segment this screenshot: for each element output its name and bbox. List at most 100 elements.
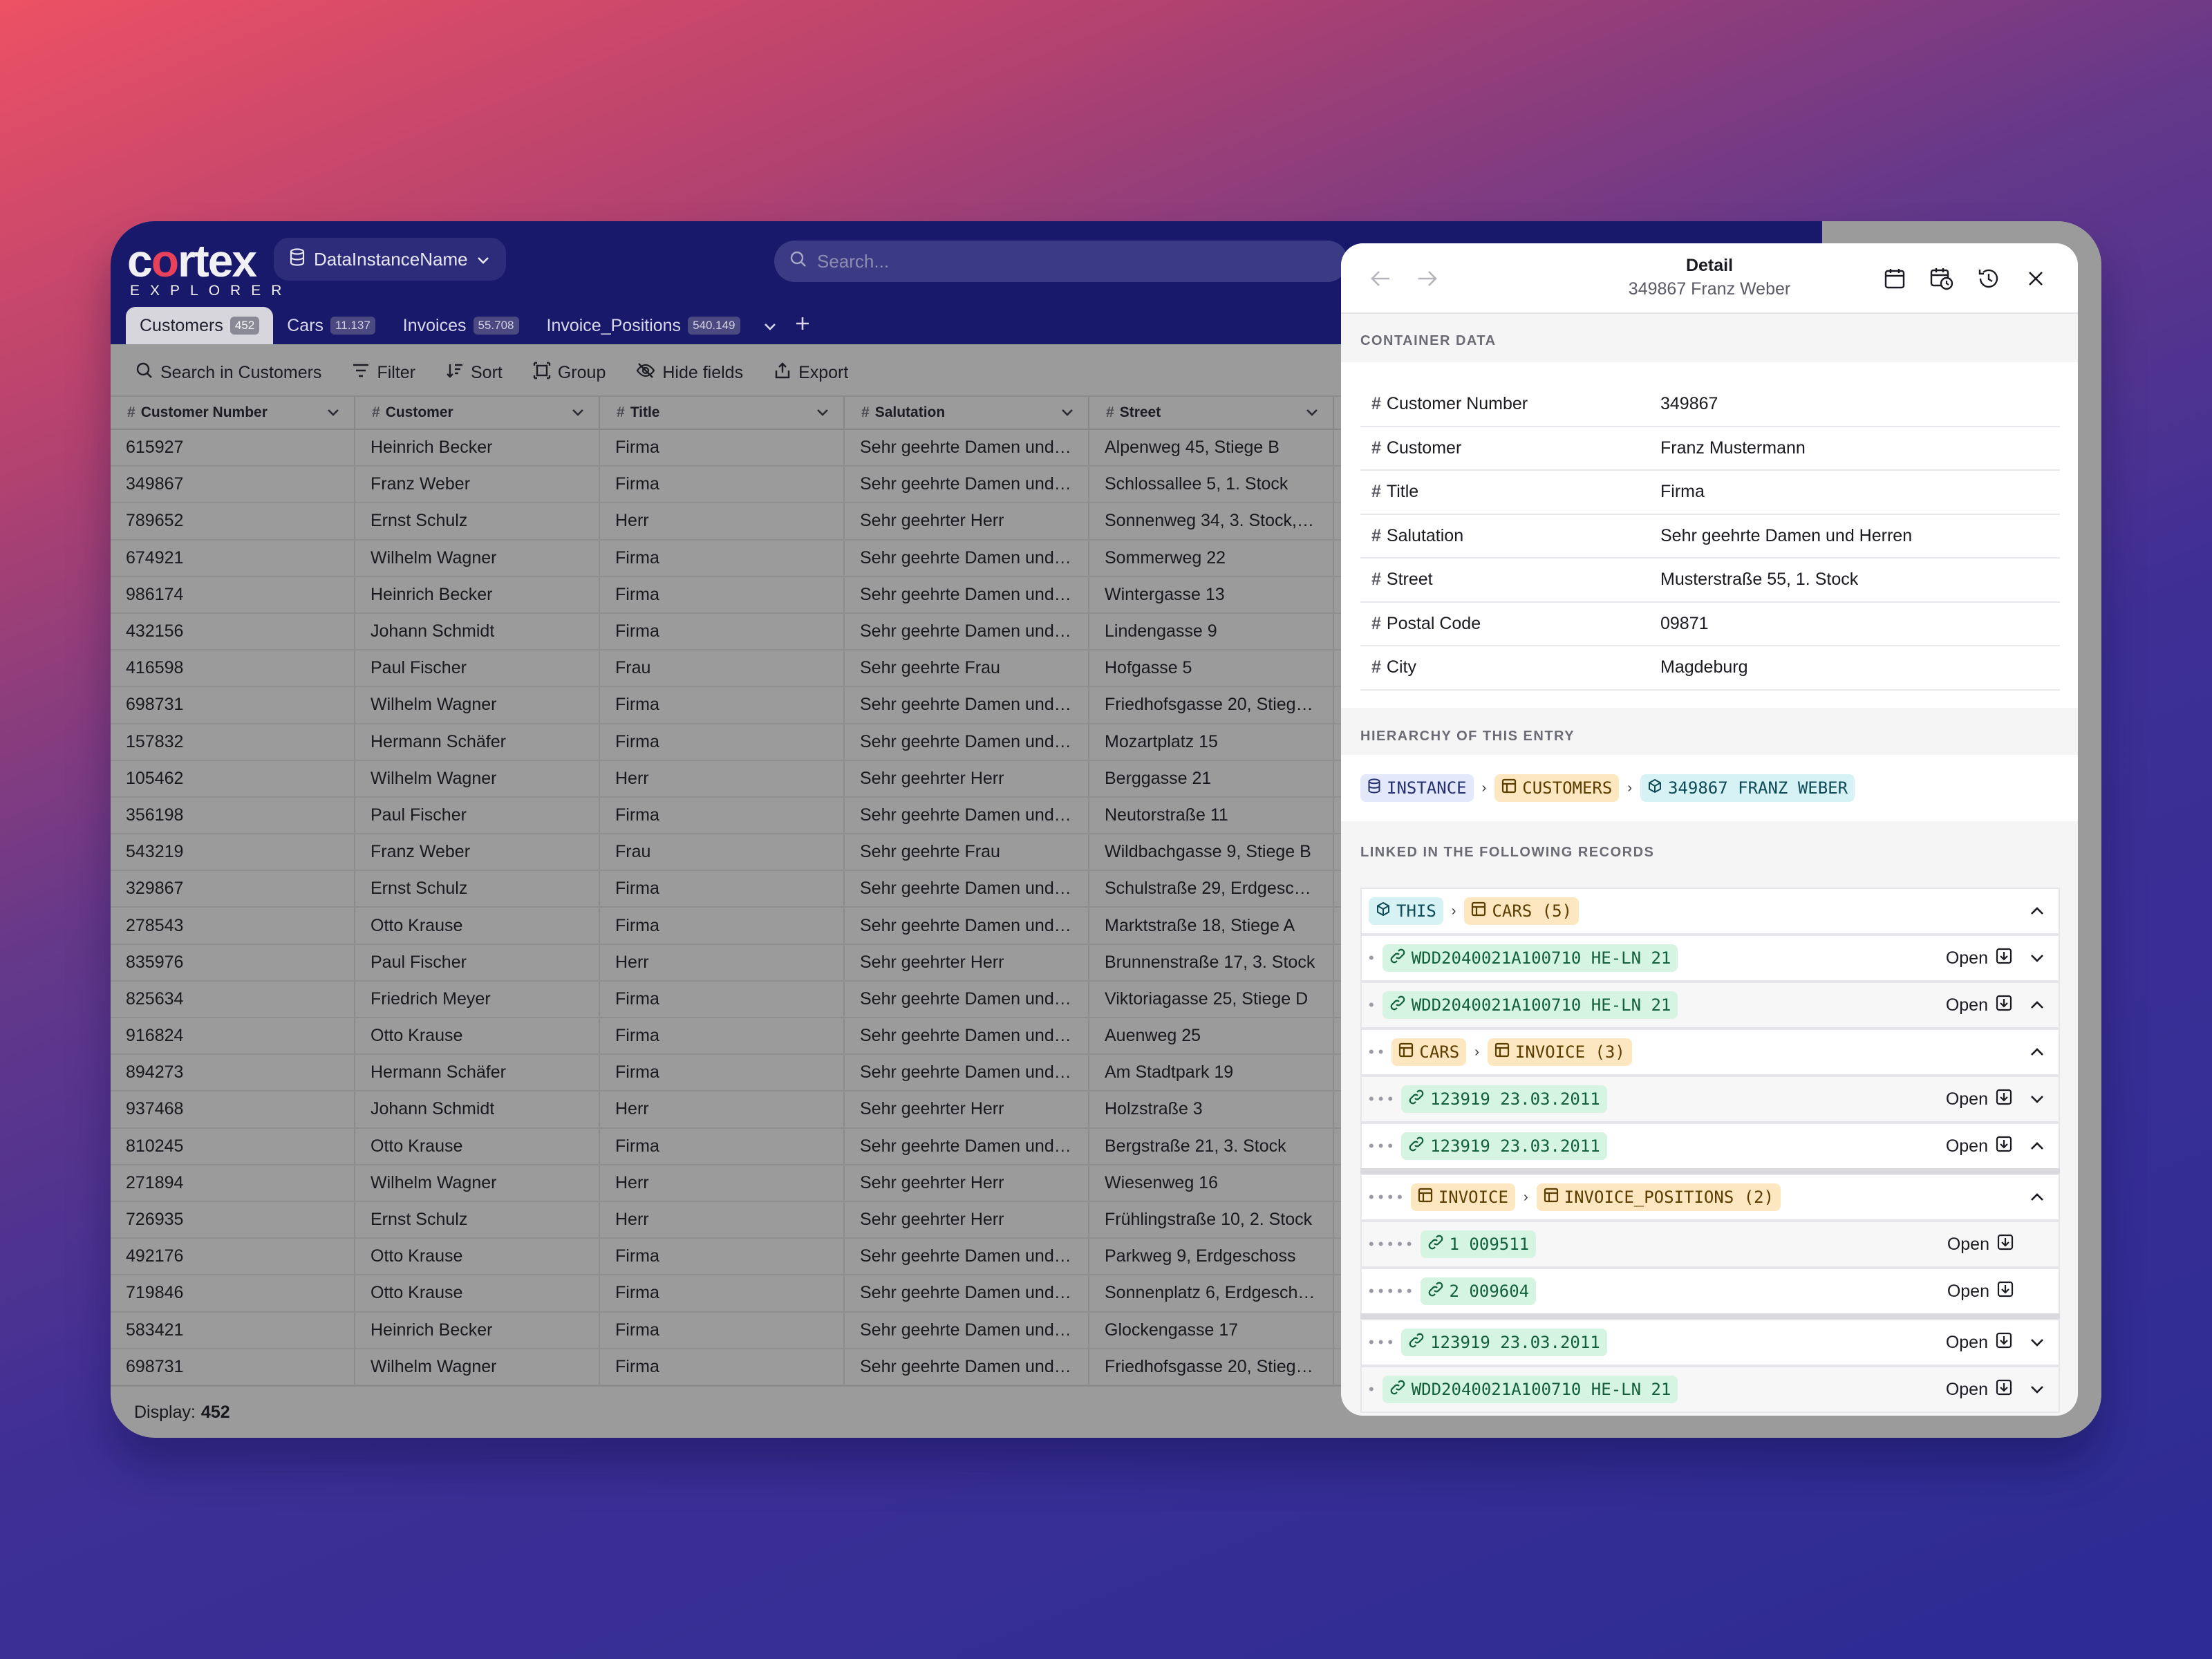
hierarchy-instance[interactable]: INSTANCE xyxy=(1360,774,1474,802)
filter-button[interactable]: Filter xyxy=(352,363,415,383)
column-header[interactable]: # Customer Number xyxy=(111,397,355,429)
add-tab-button[interactable] xyxy=(786,307,819,344)
open-record-button[interactable]: Open xyxy=(1946,947,2013,970)
calendar-icon[interactable] xyxy=(1882,265,1908,292)
global-search[interactable]: Search... xyxy=(774,241,1348,282)
open-record-button[interactable]: Open xyxy=(1947,1233,2014,1256)
table-row[interactable]: 835976 Paul Fischer Herr Sehr geehrter Herr… xyxy=(111,944,1341,982)
linked-record-chip[interactable]: 1 009511 xyxy=(1420,1230,1537,1258)
open-record-button[interactable]: Open xyxy=(1946,994,2013,1017)
calendar-clock-icon[interactable] xyxy=(1929,265,1955,292)
linked-record-row[interactable]: • WDD2040021A100710 HE-LN 21 Open xyxy=(1360,982,2060,1029)
linked-record-row[interactable]: ••••• 2 009604 Open xyxy=(1360,1268,2060,1315)
tab-cars[interactable]: Cars 11.137 xyxy=(273,307,389,344)
close-icon[interactable] xyxy=(2023,265,2049,292)
table-row[interactable]: 698731 Wilhelm Wagner Firma Sehr geehrte Da… xyxy=(111,1349,1341,1386)
table-cell: 356198 xyxy=(111,797,355,834)
open-record-button[interactable]: Open xyxy=(1946,1331,2013,1354)
linked-group-chip[interactable]: THIS xyxy=(1369,897,1443,925)
linked-record-row[interactable]: ••• 123919 23.03.2011 Open xyxy=(1360,1076,2060,1123)
linked-record-chip[interactable]: 123919 23.03.2011 xyxy=(1401,1085,1607,1113)
table-row[interactable]: 157832 Hermann Schäfer Firma Sehr geehrte D… xyxy=(111,724,1341,761)
table-row[interactable]: 492176 Otto Krause Firma Sehr geehrte Damen… xyxy=(111,1239,1341,1276)
chevron-up-icon[interactable] xyxy=(2028,902,2046,920)
linked-record-row[interactable]: ••• 123919 23.03.2011 Open xyxy=(1360,1319,2060,1366)
table-row[interactable]: 432156 Johann Schmidt Firma Sehr geehrte Da… xyxy=(111,613,1341,651)
table-row[interactable]: 726935 Ernst Schulz Herr Sehr geehrter Herr… xyxy=(111,1201,1341,1239)
export-button[interactable]: Export xyxy=(774,362,848,384)
linked-group-chip[interactable]: CARS (5) xyxy=(1464,897,1580,925)
linked-group-row[interactable]: •••• INVOICE › INVOICE_POSITIONS (2) xyxy=(1360,1174,2060,1221)
open-record-button[interactable]: Open xyxy=(1946,1378,2013,1401)
table-row[interactable]: 329867 Ernst Schulz Firma Sehr geehrte Dame… xyxy=(111,871,1341,908)
link-icon xyxy=(1389,948,1406,968)
table-row[interactable]: 105462 Wilhelm Wagner Herr Sehr geehrter He… xyxy=(111,760,1341,798)
linked-record-row[interactable]: • WDD2040021A100710 HE-LN 21 Open xyxy=(1360,1366,2060,1413)
instance-selector[interactable]: DataInstanceName xyxy=(274,238,506,281)
linked-record-chip[interactable]: 2 009604 xyxy=(1420,1277,1537,1305)
table-row[interactable]: 615927 Heinrich Becker Firma Sehr geehrte D… xyxy=(111,430,1341,467)
linked-group-chip[interactable]: INVOICE xyxy=(1410,1183,1515,1211)
linked-record-chip[interactable]: 123919 23.03.2011 xyxy=(1401,1329,1607,1356)
table-row[interactable]: 916824 Otto Krause Firma Sehr geehrte Damen… xyxy=(111,1018,1341,1056)
chevron-down-icon[interactable] xyxy=(2028,1090,2046,1108)
table-row[interactable]: 416598 Paul Fischer Frau Sehr geehrte Frau H… xyxy=(111,650,1341,688)
table-row[interactable]: 937468 Johann Schmidt Herr Sehr geehrter He… xyxy=(111,1091,1341,1129)
table-row[interactable]: 894273 Hermann Schäfer Firma Sehr geehrte D… xyxy=(111,1055,1341,1092)
group-button[interactable]: Group xyxy=(533,362,606,384)
table-row[interactable]: 543219 Franz Weber Frau Sehr geehrte Frau Wi… xyxy=(111,834,1341,872)
table-row[interactable]: 719846 Otto Krause Firma Sehr geehrte Damen… xyxy=(111,1275,1341,1313)
linked-group-row[interactable]: THIS › CARS (5) xyxy=(1360,888,2060,935)
chevron-up-icon[interactable] xyxy=(2028,1043,2046,1061)
open-record-button[interactable]: Open xyxy=(1946,1088,2013,1111)
column-header[interactable]: # Title xyxy=(600,397,845,429)
table-cell: Franz Weber xyxy=(355,834,600,870)
table-row[interactable]: 271894 Wilhelm Wagner Herr Sehr geehrter He… xyxy=(111,1165,1341,1202)
table-row[interactable]: 986174 Heinrich Becker Firma Sehr geehrte D… xyxy=(111,577,1341,614)
linked-record-chip[interactable]: WDD2040021A100710 HE-LN 21 xyxy=(1382,991,1678,1019)
column-header[interactable]: # Salutation xyxy=(845,397,1089,429)
chevron-up-icon[interactable] xyxy=(2028,1188,2046,1206)
search-in-table-button[interactable]: Search in Customers xyxy=(135,362,321,384)
sort-button[interactable]: Sort xyxy=(446,362,503,384)
table-row[interactable]: 810245 Otto Krause Firma Sehr geehrte Damen… xyxy=(111,1128,1341,1165)
chevron-up-icon[interactable] xyxy=(2028,1137,2046,1155)
linked-record-chip[interactable]: 123919 23.03.2011 xyxy=(1401,1132,1607,1160)
table-row[interactable]: 349867 Franz Weber Firma Sehr geehrte Damen… xyxy=(111,467,1341,504)
chevron-up-icon[interactable] xyxy=(2028,996,2046,1014)
linked-record-chip[interactable]: WDD2040021A100710 HE-LN 21 xyxy=(1382,944,1678,972)
linked-record-row[interactable]: • WDD2040021A100710 HE-LN 21 Open xyxy=(1360,935,2060,982)
tab-customers[interactable]: Customers 452 xyxy=(126,307,274,344)
table-row[interactable]: 674921 Wilhelm Wagner Firma Sehr geehrte Da… xyxy=(111,540,1341,577)
chevron-down-icon[interactable] xyxy=(2028,1333,2046,1351)
history-icon[interactable] xyxy=(1976,265,2002,292)
linked-group-chip[interactable]: CARS xyxy=(1391,1038,1467,1066)
column-header[interactable]: # Customer xyxy=(355,397,600,429)
linked-group-chip[interactable]: INVOICE (3) xyxy=(1487,1038,1632,1066)
open-record-button[interactable]: Open xyxy=(1947,1280,2014,1303)
chevron-down-icon[interactable] xyxy=(2028,1380,2046,1398)
table-row[interactable]: 583421 Heinrich Becker Firma Sehr geehrte D… xyxy=(111,1312,1341,1349)
open-record-button[interactable]: Open xyxy=(1946,1135,2013,1158)
table-row[interactable]: 698731 Wilhelm Wagner Firma Sehr geehrte Da… xyxy=(111,687,1341,724)
linked-group-row[interactable]: •• CARS › INVOICE (3) xyxy=(1360,1029,2060,1076)
table-cell: Mozartplatz 15 xyxy=(1089,724,1334,760)
linked-group-chip[interactable]: INVOICE_POSITIONS (2) xyxy=(1536,1183,1781,1211)
table-row[interactable]: 789652 Ernst Schulz Herr Sehr geehrter Herr… xyxy=(111,503,1341,541)
column-header[interactable]: # Street xyxy=(1089,397,1334,429)
tab-invoice-positions[interactable]: Invoice_Positions 540.149 xyxy=(533,307,754,344)
hierarchy-customers[interactable]: CUSTOMERS xyxy=(1494,774,1620,802)
linked-record-row[interactable]: ••••• 1 009511 Open xyxy=(1360,1221,2060,1268)
tabs-overflow-button[interactable] xyxy=(754,307,786,344)
table-row[interactable]: 825634 Friedrich Meyer Firma Sehr geehrte D… xyxy=(111,981,1341,1018)
tab-invoices[interactable]: Invoices 55.708 xyxy=(389,307,533,344)
chevron-down-icon[interactable] xyxy=(2028,949,2046,967)
table-row[interactable]: 356198 Paul Fischer Firma Sehr geehrte Dame… xyxy=(111,797,1341,835)
hierarchy-record[interactable]: 349867 FRANZ WEBER xyxy=(1640,774,1855,802)
table-cell: Ernst Schulz xyxy=(355,1201,600,1238)
table-row[interactable]: 278543 Otto Krause Firma Sehr geehrte Damen… xyxy=(111,908,1341,945)
linked-record-row[interactable]: ••• 123919 23.03.2011 Open xyxy=(1360,1123,2060,1170)
hide-fields-button[interactable]: Hide fields xyxy=(636,362,743,384)
open-in-icon xyxy=(1995,1135,2013,1158)
linked-record-chip[interactable]: WDD2040021A100710 HE-LN 21 xyxy=(1382,1376,1678,1403)
